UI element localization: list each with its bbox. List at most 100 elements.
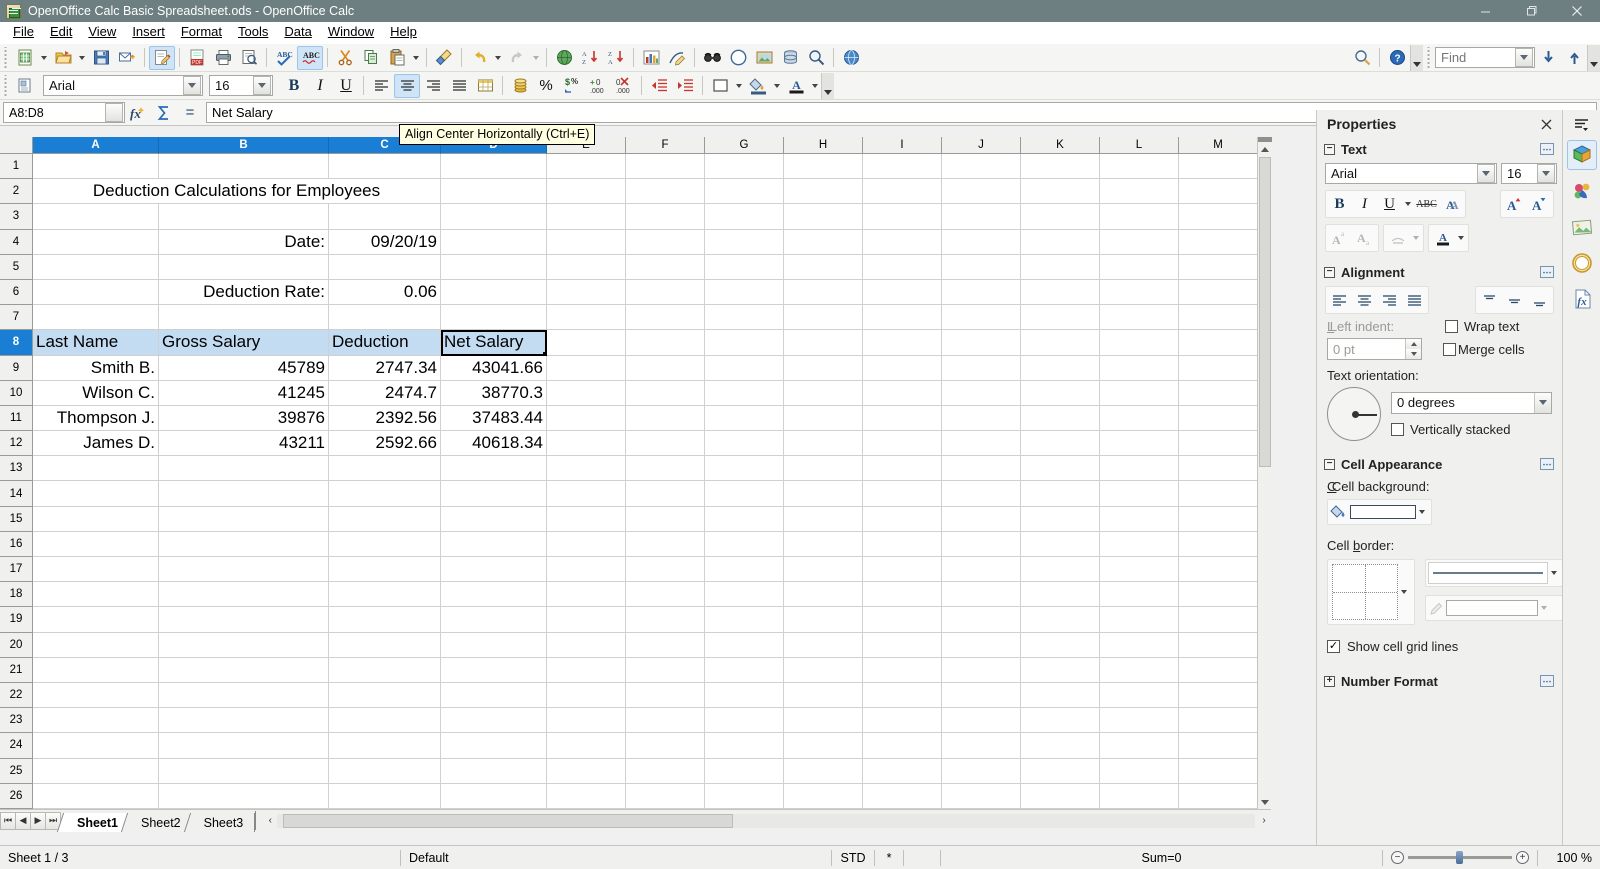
font-name-dropdown-icon[interactable] <box>183 76 201 95</box>
print-preview-icon[interactable] <box>236 46 262 70</box>
sheet-tab-sheet1[interactable]: Sheet1 <box>66 812 130 832</box>
cell-A5[interactable] <box>33 254 159 280</box>
cell-I7[interactable] <box>863 305 942 331</box>
zoom-out-icon[interactable]: − <box>1391 851 1404 864</box>
align-justified-icon[interactable] <box>446 74 472 98</box>
left-indent-stepper[interactable]: 0 pt <box>1327 338 1422 360</box>
zoom-magnifier-icon[interactable] <box>1349 46 1375 70</box>
name-box-dropdown-icon[interactable] <box>105 103 123 122</box>
sum-icon[interactable] <box>151 102 177 124</box>
cell-J2[interactable] <box>942 179 1021 205</box>
cell-K17[interactable] <box>1021 557 1100 583</box>
draw-functions-icon[interactable] <box>664 46 690 70</box>
cell-D18[interactable] <box>441 582 547 608</box>
font-color-dropdown-icon[interactable] <box>809 74 821 98</box>
cell-A2[interactable]: Deduction Calculations for Employees <box>33 179 441 205</box>
cell-A1[interactable] <box>33 154 159 180</box>
cell-K21[interactable] <box>1021 657 1100 683</box>
menu-data[interactable]: Data <box>276 22 319 43</box>
cell-E4[interactable] <box>547 229 626 255</box>
cell-M23[interactable] <box>1179 708 1258 734</box>
cell-G18[interactable] <box>705 582 784 608</box>
cell-C9[interactable]: 2747.34 <box>329 355 441 381</box>
column-header-l[interactable]: L <box>1100 137 1179 154</box>
cell-D9[interactable]: 43041.66 <box>441 355 547 381</box>
zoom-in-icon[interactable]: + <box>1516 851 1529 864</box>
left-indent-increase-icon[interactable] <box>1406 339 1421 349</box>
sidebar-align-top-icon[interactable] <box>1477 288 1502 312</box>
background-color-dropdown-icon[interactable] <box>771 74 783 98</box>
cell-H17[interactable] <box>784 557 863 583</box>
cell-K24[interactable] <box>1021 733 1100 759</box>
cell-J22[interactable] <box>942 682 1021 709</box>
sidebar-align-justified-icon[interactable] <box>1402 288 1427 312</box>
cell-E20[interactable] <box>547 632 626 658</box>
cell-E8[interactable] <box>547 330 626 356</box>
cell-G13[interactable] <box>705 456 784 482</box>
cell-J12[interactable] <box>942 431 1021 457</box>
menu-edit[interactable]: Edit <box>42 22 80 43</box>
row-header-17[interactable]: 17 <box>0 557 33 583</box>
align-left-icon[interactable] <box>368 74 394 98</box>
cell-I25[interactable] <box>863 758 942 784</box>
currency-format-icon[interactable] <box>507 74 533 98</box>
minimize-button[interactable] <box>1462 0 1508 22</box>
sort-descending-icon[interactable]: Z A <box>603 46 629 70</box>
vertical-scrollbar[interactable] <box>1257 137 1272 809</box>
cell-K2[interactable] <box>1021 179 1100 205</box>
cell-M20[interactable] <box>1179 632 1258 658</box>
row-header-16[interactable]: 16 <box>0 531 33 557</box>
cell-C18[interactable] <box>329 582 441 608</box>
cell-L3[interactable] <box>1100 204 1179 230</box>
cell-B22[interactable] <box>159 682 329 709</box>
cell-H4[interactable] <box>784 229 863 255</box>
cell-H26[interactable] <box>784 783 863 809</box>
cell-C8[interactable]: Deduction <box>329 330 441 356</box>
merge-cells-icon[interactable] <box>472 74 498 98</box>
cell-A25[interactable] <box>33 758 159 784</box>
menu-file[interactable]: File <box>5 22 42 43</box>
cell-I19[interactable] <box>863 607 942 633</box>
cell-K13[interactable] <box>1021 456 1100 482</box>
cell-E16[interactable] <box>547 531 626 557</box>
cell-G23[interactable] <box>705 708 784 734</box>
cell-E2[interactable] <box>547 179 626 205</box>
cell-C11[interactable]: 2392.56 <box>329 405 441 432</box>
panel-text-more-options-icon[interactable]: ⋯ <box>1540 143 1554 155</box>
cell-C23[interactable] <box>329 708 441 734</box>
cell-B20[interactable] <box>159 632 329 658</box>
menu-format[interactable]: Format <box>173 22 230 43</box>
row-header-13[interactable]: 13 <box>0 456 33 482</box>
cell-B21[interactable] <box>159 657 329 683</box>
hyperlink-icon[interactable] <box>551 46 577 70</box>
new-document-icon[interactable] <box>12 46 38 70</box>
cell-M19[interactable] <box>1179 607 1258 633</box>
cell-H3[interactable] <box>784 204 863 230</box>
panel-number-format-more-options-icon[interactable]: ⋯ <box>1540 675 1554 687</box>
formatting-toolbar-drag-handle[interactable] <box>2 74 10 97</box>
cell-J23[interactable] <box>942 708 1021 734</box>
font-size-combo[interactable]: 16 <box>209 75 273 96</box>
font-color-icon[interactable]: A <box>783 74 809 98</box>
zoom-icon[interactable] <box>803 46 829 70</box>
cell-H22[interactable] <box>784 682 863 709</box>
cell-G17[interactable] <box>705 557 784 583</box>
column-header-g[interactable]: G <box>705 137 784 154</box>
cell-K5[interactable] <box>1021 254 1100 280</box>
sheet-tab-sheet3[interactable]: Sheet3 <box>192 812 256 832</box>
cell-F10[interactable] <box>626 380 705 406</box>
cell-G15[interactable] <box>705 506 784 532</box>
cell-G21[interactable] <box>705 657 784 683</box>
cell-F9[interactable] <box>626 355 705 381</box>
cell-J17[interactable] <box>942 557 1021 583</box>
panel-cell-appearance-header[interactable]: − Cell Appearance ⋯ <box>1317 453 1562 475</box>
cell-D21[interactable] <box>441 657 547 683</box>
cell-H20[interactable] <box>784 632 863 658</box>
border-line-color-dropdown-icon[interactable] <box>1538 598 1550 618</box>
cell-G22[interactable] <box>705 682 784 709</box>
cell-B10[interactable]: 41245 <box>159 380 329 406</box>
cell-J26[interactable] <box>942 783 1021 809</box>
cell-D24[interactable] <box>441 733 547 759</box>
cell-L9[interactable] <box>1100 355 1179 381</box>
cell-M7[interactable] <box>1179 305 1258 331</box>
